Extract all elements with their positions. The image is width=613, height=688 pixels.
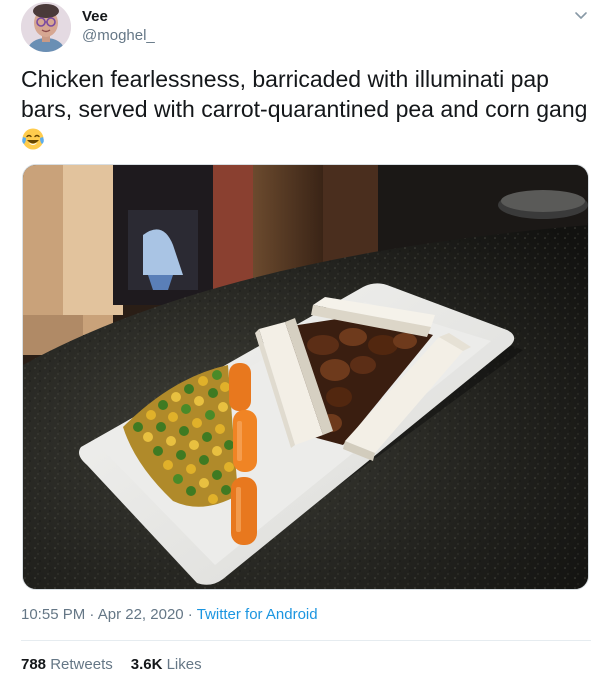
- retweets-stat[interactable]: 788 Retweets: [21, 656, 113, 673]
- tweet-text: Chicken fearlessness, barricaded with il…: [21, 64, 601, 154]
- likes-label: Likes: [166, 656, 202, 673]
- divider: [21, 640, 591, 641]
- display-name[interactable]: Vee: [82, 8, 108, 25]
- meta-separator: ·: [183, 606, 197, 623]
- avatar-illustration: [21, 2, 71, 52]
- tweet-time[interactable]: 10:55 PM: [21, 606, 85, 623]
- likes-count: 3.6K: [130, 656, 163, 673]
- retweets-count: 788: [21, 656, 47, 673]
- tweet-text-line-1: Chicken fearlessness, barricaded with il…: [21, 66, 549, 92]
- tweet-date[interactable]: Apr 22, 2020: [98, 606, 184, 623]
- tweet-metadata: 10:55 PM · Apr 22, 2020 · Twitter for An…: [21, 606, 318, 623]
- tweet-text-line-2: bars, served with carrot-quarantined pea…: [21, 96, 588, 122]
- food-photo-image: [23, 165, 588, 589]
- tweet-photo[interactable]: [22, 164, 589, 590]
- chevron-down-icon[interactable]: [572, 6, 590, 24]
- avatar[interactable]: [21, 2, 71, 52]
- meta-separator: ·: [85, 606, 98, 623]
- retweets-label: Retweets: [50, 656, 113, 673]
- engagement-stats: 788 Retweets 3.6K Likes: [21, 656, 202, 673]
- tweet-source-link[interactable]: Twitter for Android: [197, 606, 318, 623]
- likes-stat[interactable]: 3.6K Likes: [131, 656, 202, 673]
- face-with-tears-of-joy-emoji: [21, 127, 45, 151]
- user-handle[interactable]: @moghel_: [82, 27, 155, 44]
